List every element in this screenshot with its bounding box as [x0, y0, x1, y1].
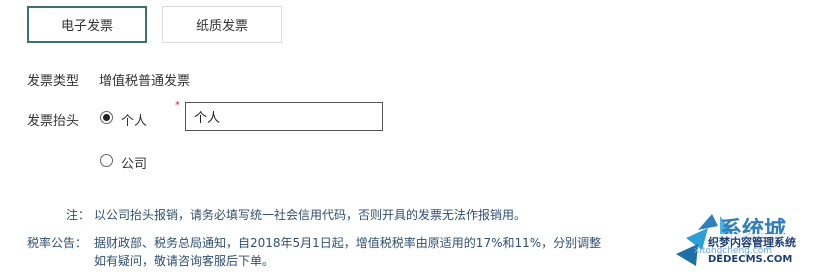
- radio-personal-label[interactable]: 个人: [121, 110, 147, 129]
- watermark: 系统城 织梦内容管理系统 xitongcheng.com DEDECMS.COM: [668, 208, 816, 270]
- tax-notice-line2: 如有疑问，敬请咨询客服后下单。: [94, 254, 275, 268]
- invoice-type-value: 增值税普通发票: [99, 74, 191, 89]
- invoice-header-label: 发票抬头: [27, 114, 80, 129]
- radio-company[interactable]: [100, 154, 113, 167]
- note-label: 注：: [66, 208, 91, 222]
- note-text: 以公司抬头报销，请务必填写统一社会信用代码，否则开具的发票无法作报销用。: [94, 208, 527, 222]
- tax-notice-label: 税率公告：: [27, 236, 88, 250]
- invoice-header-input[interactable]: [185, 102, 383, 131]
- radio-personal[interactable]: [100, 111, 113, 124]
- invoice-type-label: 发票类型: [27, 74, 80, 89]
- radio-company-label[interactable]: 公司: [121, 153, 147, 172]
- tab-paper-invoice[interactable]: 纸质发票: [162, 6, 282, 43]
- tab-electronic-invoice[interactable]: 电子发票: [27, 6, 147, 43]
- tax-notice-line1: 据财政部、税务总局通知，自2018年5月1日起，增值税税率由原适用的17%和11…: [94, 236, 602, 250]
- required-mark: *: [175, 100, 180, 111]
- watermark-brand-url: DEDECMS.COM: [708, 254, 793, 265]
